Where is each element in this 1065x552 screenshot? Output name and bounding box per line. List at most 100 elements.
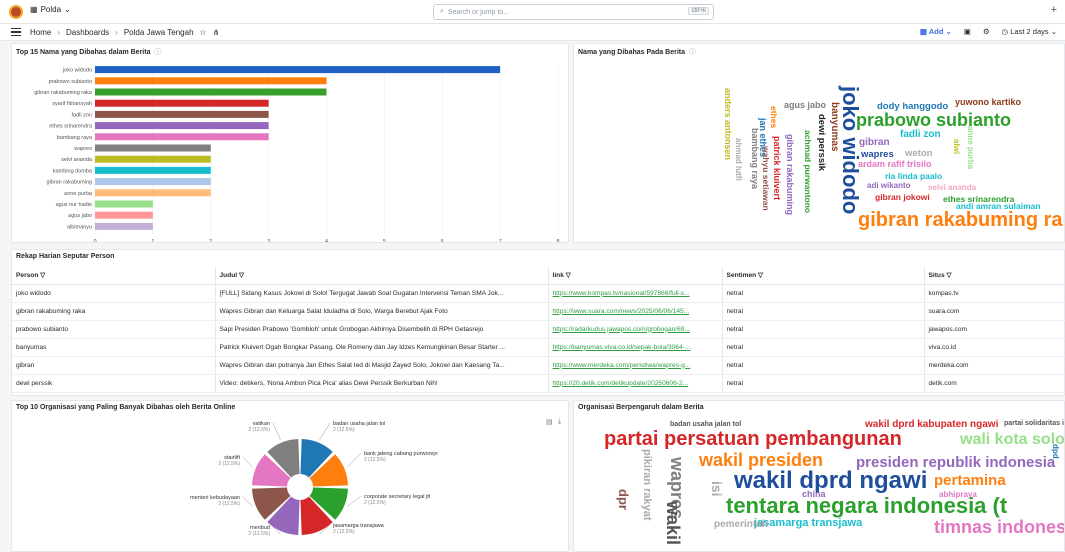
cloud-word[interactable]: banyumas (829, 102, 840, 151)
cloud-word[interactable]: alwi (952, 139, 961, 154)
cloud-word[interactable]: ethes (769, 106, 779, 128)
news-link[interactable]: https://www.suara.com/news/2025/06/06/14… (553, 308, 690, 315)
cloud-word[interactable]: achmad purwantono (803, 130, 813, 213)
cloud-word[interactable]: pertamina (934, 473, 1006, 488)
filter-icon[interactable]: ▽ (239, 272, 244, 279)
bar[interactable] (95, 88, 327, 96)
cloud-word[interactable]: anders antonsen (723, 88, 733, 160)
cloud-word[interactable]: agus jabo (784, 101, 826, 110)
bar[interactable] (95, 133, 269, 141)
cloud-word[interactable]: badan usaha jalan tol (670, 421, 741, 428)
news-link[interactable]: https://banyumas.viva.co.id/sepak-bola/3… (553, 344, 691, 351)
cloud-word[interactable]: dody hanggodo (877, 102, 948, 112)
cloud-word[interactable]: selvi ananda (928, 184, 976, 192)
cloud-word[interactable]: jasamarga transjawa (754, 518, 862, 529)
table-row[interactable]: gibran rakabuming raka Wapres Gibran dan … (12, 302, 1065, 321)
cloud-word[interactable]: pikiran rakyat (641, 449, 653, 521)
cloud-word[interactable]: dewi perssik (816, 114, 827, 171)
org-switcher[interactable]: ▦ Polda ⌄ (30, 5, 71, 14)
grafana-logo[interactable] (9, 5, 23, 19)
cloud-word[interactable]: gibran rakabuming raka (858, 210, 1064, 230)
save-icon[interactable]: ▣ (964, 27, 971, 36)
cloud-word[interactable]: adi wikanto (867, 182, 911, 190)
cloud-word[interactable]: wakil presiden (699, 451, 823, 469)
bar[interactable] (95, 99, 269, 107)
bar[interactable] (95, 144, 211, 152)
add-button[interactable]: ▦ Add ⌄ (920, 27, 952, 36)
time-picker[interactable]: ◷ Last 2 days ⌄ (1002, 27, 1057, 36)
share-icon[interactable]: ⋔ (213, 28, 220, 37)
bar[interactable] (95, 166, 211, 174)
table-cell[interactable]: https://banyumas.viva.co.id/sepak-bola/3… (547, 338, 722, 357)
settings-icon[interactable]: ⚙ (983, 27, 990, 36)
table-cell[interactable]: https://20.detik.com/detikupdate/2025060… (547, 374, 722, 393)
cloud-word[interactable]: wakil dprd ngawi (734, 469, 927, 493)
cloud-word[interactable]: wakil (663, 501, 683, 545)
column-header[interactable]: Sentimen ▽ (721, 267, 924, 285)
news-link[interactable]: https://www.merdeka.com/peristiwa/wapres… (553, 362, 691, 369)
menu-icon[interactable] (11, 28, 21, 36)
cloud-word[interactable]: abhipraya (939, 491, 977, 499)
news-link[interactable]: https://www.kompas.tv/nasional/597866/fu… (553, 290, 690, 297)
table-row[interactable]: prabowo subianto Sapi Presiden Prabowo 'G… (12, 320, 1065, 339)
filter-icon[interactable]: ▽ (758, 272, 763, 279)
cloud-word[interactable]: fadli zon (900, 130, 941, 140)
filter-icon[interactable]: ▽ (566, 272, 571, 279)
cloud-word[interactable]: pemerintah (714, 520, 768, 530)
cloud-word[interactable]: china (802, 490, 826, 499)
bar[interactable] (95, 211, 153, 219)
cloud-word[interactable]: timnas indonesia (934, 518, 1064, 536)
table-row[interactable]: joko widodo [FULL] Sidang Kasus Jokowi di… (12, 284, 1065, 303)
star-icon[interactable]: ☆ (200, 28, 207, 37)
cloud-word[interactable]: anne purba (966, 126, 975, 169)
cloud-word[interactable]: ardam rafif trisilo (858, 160, 932, 169)
cloud-word[interactable]: ahmad lutfi (734, 138, 743, 181)
crumb-home[interactable]: Home (30, 28, 51, 37)
cloud-word[interactable]: partai solidaritas in (1004, 420, 1064, 427)
column-header[interactable]: Situs ▽ (923, 267, 1065, 285)
bar[interactable] (95, 222, 153, 230)
column-header[interactable]: Person ▽ (12, 267, 215, 285)
cloud-word[interactable]: partai persatuan pembangunan (604, 429, 902, 449)
cloud-word[interactable]: dpd (1051, 444, 1060, 459)
search-input[interactable]: ⌕ Search or jump to... ctrl+k (433, 4, 714, 20)
bar[interactable] (95, 200, 153, 208)
table-cell[interactable]: https://radarkudus.jawapos.com/grobogan/… (547, 320, 722, 339)
cloud-word[interactable]: presiden republik indonesia (856, 455, 1055, 470)
cloud-word[interactable]: andi amran sulaiman (956, 202, 1041, 211)
cloud-word[interactable]: wahyu setiawan (761, 146, 771, 211)
news-link[interactable]: https://radarkudus.jawapos.com/grobogan/… (553, 326, 690, 333)
cloud-word[interactable]: gibran rakabuming (785, 134, 795, 215)
bar[interactable] (95, 122, 269, 130)
cloud-word[interactable]: prabowo subianto (856, 111, 1011, 129)
cloud-word[interactable]: patrick kluivert (772, 136, 782, 200)
bar[interactable] (95, 66, 501, 74)
table-row[interactable]: dewi perssik Video: detikers, 'Nona Ambon… (12, 374, 1065, 393)
cloud-word[interactable]: wali kota solo (960, 432, 1064, 448)
cloud-word[interactable]: yuwono kartiko (955, 98, 1021, 107)
cloud-word[interactable]: dpr (616, 489, 631, 510)
news-link[interactable]: https://20.detik.com/detikupdate/2025060… (553, 380, 689, 387)
bar[interactable] (95, 155, 211, 163)
cloud-word[interactable]: ria linda paalo (885, 172, 942, 181)
cloud-word[interactable]: weton (905, 149, 932, 159)
table-cell[interactable]: https://www.merdeka.com/peristiwa/wapres… (547, 356, 722, 375)
column-header[interactable]: Judul ▽ (214, 267, 548, 285)
cloud-word[interactable]: gibran jokowi (875, 193, 930, 202)
cloud-word[interactable]: isi (709, 481, 725, 497)
table-row[interactable]: gibran Wapres Gibran dan putranya Jan Eth… (12, 356, 1065, 375)
cloud-word[interactable]: wakil dprd kabupaten ngawi (865, 420, 998, 430)
bar[interactable] (95, 189, 211, 197)
filter-icon[interactable]: ▽ (40, 272, 45, 279)
cloud-word[interactable]: joko widodo (838, 86, 863, 214)
plus-icon[interactable]: + (1051, 4, 1057, 16)
filter-icon[interactable]: ▽ (946, 272, 951, 279)
bar[interactable] (95, 77, 327, 85)
bar[interactable] (95, 178, 211, 186)
table-cell[interactable]: https://www.kompas.tv/nasional/597866/fu… (547, 284, 722, 303)
table-row[interactable]: banyumas Patrick Kluivert Ogah Bongkar Pa… (12, 338, 1065, 357)
column-header[interactable]: link ▽ (547, 267, 722, 285)
crumb-dashboards[interactable]: Dashboards (66, 28, 109, 37)
cloud-word[interactable]: gibran (859, 138, 890, 148)
bar[interactable] (95, 110, 269, 118)
